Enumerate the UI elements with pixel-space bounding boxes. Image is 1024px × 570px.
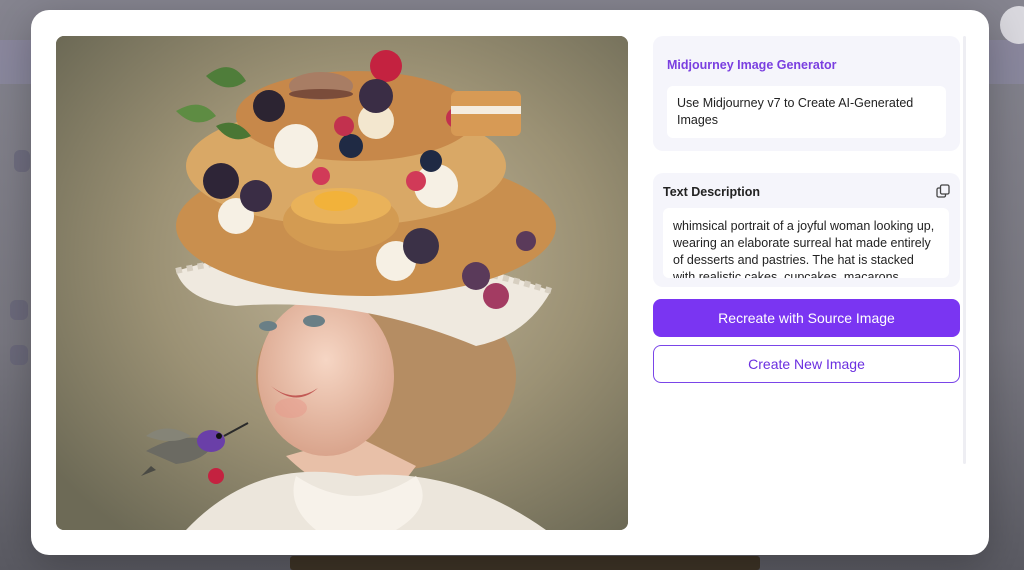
generator-card: Midjourney Image Generator Use Midjourne… (653, 36, 960, 151)
text-description-field[interactable]: whimsical portrait of a joyful woman loo… (663, 208, 949, 278)
close-button-backdrop[interactable] (1000, 6, 1024, 44)
text-description-label: Text Description (663, 185, 761, 199)
create-new-image-button[interactable]: Create New Image (653, 345, 960, 383)
backdrop-item (10, 345, 28, 365)
copy-icon[interactable] (936, 184, 950, 198)
recreate-with-source-button[interactable]: Recreate with Source Image (653, 299, 960, 337)
generator-title[interactable]: Midjourney Image Generator (667, 58, 836, 72)
backdrop-strip (290, 556, 760, 570)
text-description-card: Text Description whimsical portrait of a… (653, 173, 960, 287)
backdrop-item (10, 300, 28, 320)
generated-image (56, 36, 628, 530)
panel-scrollbar[interactable] (963, 36, 966, 464)
generator-subtitle: Use Midjourney v7 to Create AI-Generated… (667, 86, 946, 138)
backdrop-item (14, 150, 30, 172)
image-detail-modal: Midjourney Image Generator Use Midjourne… (31, 10, 989, 555)
